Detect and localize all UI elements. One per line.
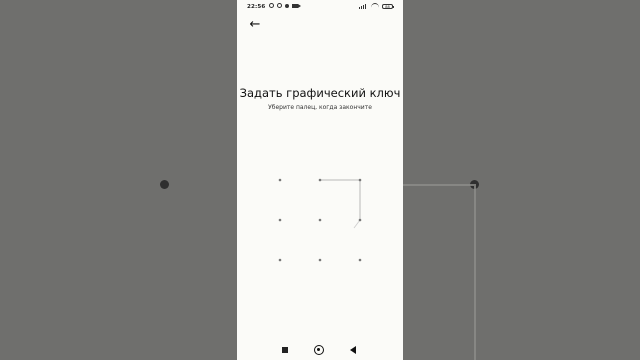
pattern-dot-3[interactable] xyxy=(358,178,362,182)
pattern-lock-svg[interactable] xyxy=(265,170,375,275)
screen-recording-frame: 22:56 88 ← Задать графический ключ Убери… xyxy=(0,0,640,360)
pattern-dot-7[interactable] xyxy=(278,258,282,262)
status-time: 22:56 xyxy=(247,4,266,10)
pattern-dot-1[interactable] xyxy=(278,178,282,182)
page-subtitle: Уберите палец, когда закончите xyxy=(268,104,372,111)
selected-pattern-line xyxy=(320,179,361,220)
background-pattern-line-top xyxy=(402,184,474,186)
pattern-dot-2[interactable] xyxy=(318,178,322,182)
pattern-dot-9[interactable] xyxy=(358,258,362,262)
back-button[interactable]: ← xyxy=(248,18,262,32)
background-pattern-line-right xyxy=(474,184,476,360)
pattern-dot-5[interactable] xyxy=(318,218,322,222)
pattern-dot-6[interactable] xyxy=(358,218,362,222)
pattern-dot-8[interactable] xyxy=(318,258,322,262)
pattern-dot-4[interactable] xyxy=(278,218,282,222)
left-arrow-icon: ← xyxy=(249,17,261,32)
video-camera-icon xyxy=(292,3,301,8)
status-bar: 22:56 88 xyxy=(237,0,403,14)
status-icons-right: 88 xyxy=(359,3,394,9)
system-back-button[interactable] xyxy=(350,346,356,354)
page-title: Задать графический ключ xyxy=(239,86,401,100)
wifi-icon xyxy=(371,3,379,9)
system-navigation-bar xyxy=(237,340,403,360)
battery-icon: 88 xyxy=(382,3,394,9)
background-pattern-dot-left xyxy=(160,180,169,189)
phone-screen: 22:56 88 ← Задать графический ключ Убери… xyxy=(237,0,403,360)
home-button[interactable] xyxy=(314,345,324,355)
signal-icon xyxy=(359,3,368,9)
pattern-lock-grid[interactable] xyxy=(265,170,375,275)
pattern-trail-line xyxy=(353,219,361,229)
alarm-icon xyxy=(269,3,274,8)
recents-button[interactable] xyxy=(282,347,288,353)
notification-icon xyxy=(285,3,289,8)
status-icons-left xyxy=(269,3,301,8)
clock-icon xyxy=(277,3,282,8)
